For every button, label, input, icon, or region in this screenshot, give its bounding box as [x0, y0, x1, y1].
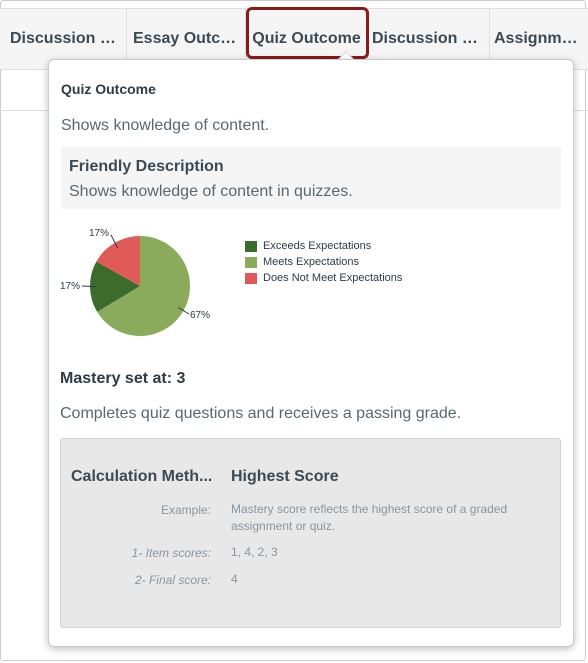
- final-score-label: 2- Final score:: [134, 573, 211, 587]
- popover-title: Quiz Outcome: [61, 81, 156, 97]
- pie-label-does-not-meet: 17%: [89, 228, 109, 239]
- legend-swatch-exceeds: [245, 240, 257, 252]
- friendly-description-box: Friendly Description Shows knowledge of …: [61, 147, 561, 209]
- legend-label-does-not-meet: Does Not Meet Expectations: [263, 272, 403, 284]
- legend-item-meets: Meets Expectations: [245, 254, 402, 270]
- legend-item-exceeds: Exceeds Expectations: [245, 238, 402, 254]
- mastery-description: Completes quiz questions and receives a …: [60, 405, 462, 422]
- pie-svg: 17% 17% 67%: [60, 228, 210, 336]
- pie-label-meets: 67%: [190, 310, 210, 321]
- friendly-description-title: Friendly Description: [69, 158, 224, 175]
- legend-swatch-meets: [245, 256, 257, 268]
- final-score-value: 4: [231, 572, 238, 586]
- calculation-method-title: Calculation Meth...: [71, 468, 213, 485]
- legend-item-does-not-meet: Does Not Meet Expectations: [245, 270, 402, 286]
- item-scores-value: 1, 4, 2, 3: [231, 545, 278, 559]
- outcome-popover: Quiz Outcome Shows knowledge of content.…: [48, 59, 574, 647]
- friendly-description-text: Shows knowledge of content in quizzes.: [69, 183, 353, 200]
- legend-label-meets: Meets Expectations: [263, 256, 359, 268]
- calculation-method-box: Calculation Meth... Highest Score Exampl…: [60, 438, 561, 628]
- popover-description: Shows knowledge of content.: [61, 117, 270, 134]
- pie-legend: Exceeds Expectations Meets Expectations …: [245, 238, 402, 286]
- distribution-pie-chart: 17% 17% 67%: [49, 220, 249, 340]
- calculation-method-value: Highest Score: [231, 468, 339, 485]
- legend-label-exceeds: Exceeds Expectations: [263, 240, 372, 252]
- legend-swatch-does-not-meet: [245, 272, 257, 284]
- pie-label-exceeds: 17%: [60, 281, 80, 292]
- pie-leader-line: [81, 285, 97, 288]
- example-text: Mastery score reflects the highest score…: [231, 502, 508, 533]
- example-label: Example:: [160, 503, 211, 517]
- mastery-level: Mastery set at: 3: [60, 370, 186, 387]
- item-scores-label: 1- Item scores:: [131, 546, 211, 560]
